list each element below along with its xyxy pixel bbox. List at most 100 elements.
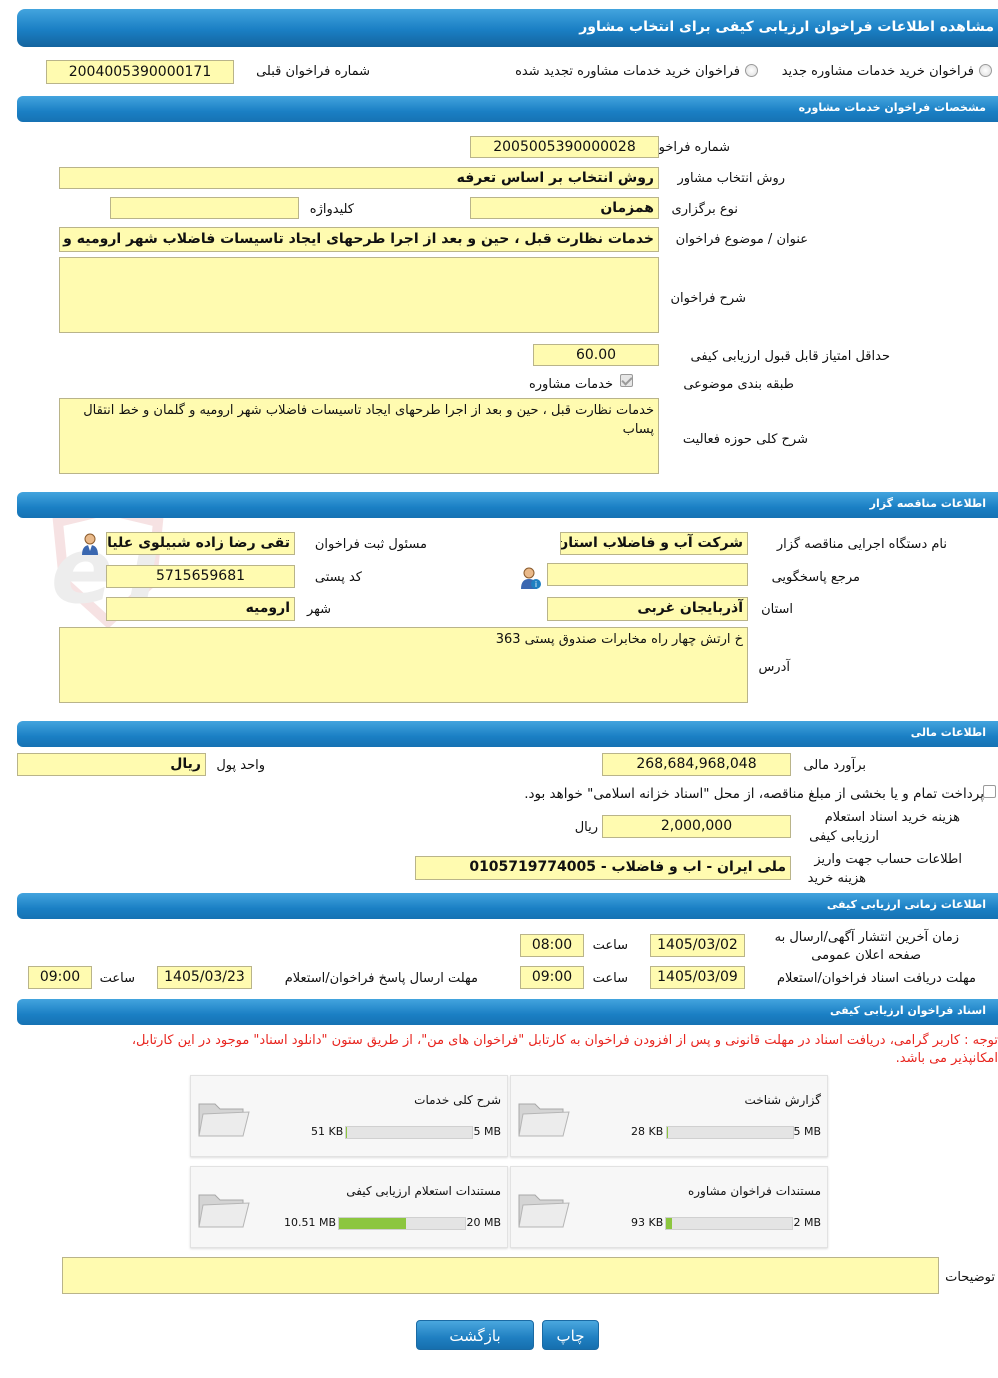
type-label: نوع برگزاری bbox=[671, 202, 738, 217]
doc-card[interactable]: شرح کلی خدمات 5 MB 51 KB bbox=[190, 1075, 508, 1157]
doc-progress-track bbox=[338, 1217, 466, 1230]
doc-name: گزارش شناخت bbox=[744, 1093, 821, 1107]
doc-card[interactable]: گزارش شناخت 5 MB 28 KB bbox=[510, 1075, 828, 1157]
category-label: طبقه بندی موضوعی bbox=[683, 377, 794, 392]
svg-text:i: i bbox=[535, 580, 537, 589]
send-time-label: ساعت bbox=[99, 971, 135, 986]
subject-label: عنوان / موضوع فراخوان bbox=[675, 232, 808, 247]
account-label-1: اطلاعات حساب جهت واریز bbox=[814, 852, 962, 867]
min-score-field: 60.00 bbox=[533, 344, 659, 366]
publish-time-label: ساعت bbox=[592, 938, 628, 953]
section-header-organizer: اطلاعات مناقصه گزار bbox=[17, 492, 998, 518]
page-title: مشاهده اطلاعات فراخوان ارزیابی کیفی برای… bbox=[579, 19, 994, 35]
section-header-timing: اطلاعات زمانی ارزیابی کیفی bbox=[17, 893, 998, 919]
account-field: ملی ایران - اب و فاضلاب - 0105719774005 bbox=[415, 856, 791, 880]
section-title: مشخصات فراخوان خدمات مشاوره bbox=[798, 101, 986, 114]
type-field: همزمان bbox=[470, 197, 659, 219]
doc-progress-track bbox=[665, 1217, 793, 1230]
description-label: شرح فراخوان bbox=[670, 291, 747, 306]
doc-max-size: 5 MB bbox=[473, 1125, 501, 1138]
fee-label-2: ارزیابی کیفی bbox=[809, 829, 879, 844]
doc-card[interactable]: مستندات فراخوان مشاوره 2 MB 93 KB bbox=[510, 1166, 828, 1248]
notice-line-2: امکانپذیر می باشد. bbox=[895, 1051, 998, 1066]
treasury-text: پرداخت تمام و یا بخشی از مبلغ مناقصه، از… bbox=[524, 786, 984, 802]
reference-field bbox=[547, 563, 748, 586]
notes-field bbox=[62, 1257, 939, 1294]
doc-card[interactable]: مستندات استعلام ارزیابی کیفی 20 MB 10.51… bbox=[190, 1166, 508, 1248]
receive-time-field: 09:00 bbox=[520, 966, 584, 989]
currency-label: واحد پول bbox=[216, 758, 265, 773]
address-label: آدرس bbox=[758, 660, 790, 675]
publish-label-2: صفحه اعلان عمومی bbox=[811, 948, 921, 963]
radio-renewed-label: فراخوان خرید خدمات مشاوره تجدید شده bbox=[515, 64, 740, 79]
estimate-label: برآورد مالی bbox=[803, 758, 866, 773]
section-header-documents: اسناد فراخوان ارزیابی کیفی bbox=[17, 999, 998, 1025]
radio-new-label: فراخوان خرید خدمات مشاوره جدید bbox=[781, 64, 974, 79]
org-name-label: نام دستگاه اجرایی مناقصه گزار bbox=[776, 537, 947, 552]
doc-max-size: 20 MB bbox=[466, 1216, 501, 1229]
doc-name: شرح کلی خدمات bbox=[414, 1093, 501, 1107]
subject-field: خدمات نظارت قبل ، حین و بعد از اجرا طرحه… bbox=[59, 227, 659, 252]
category-checkbox bbox=[620, 374, 633, 387]
method-label: روش انتخاب مشاور bbox=[677, 171, 785, 186]
min-score-label: حداقل امتیاز قابل قبول ارزیابی کیفی bbox=[690, 349, 890, 364]
keyword-label: کلیدواژه bbox=[309, 202, 354, 217]
publish-time-field: 08:00 bbox=[520, 934, 584, 957]
postal-field: 5715659681 bbox=[106, 565, 295, 588]
receive-date-field: 1405/03/09 bbox=[650, 966, 745, 989]
section-title: اطلاعات زمانی ارزیابی کیفی bbox=[826, 898, 986, 911]
folder-icon bbox=[518, 1194, 570, 1228]
doc-progress-track bbox=[345, 1126, 473, 1139]
tender-number-field: 2005005390000028 bbox=[470, 136, 659, 158]
prev-number-label: شماره فراخوان قبلی bbox=[256, 64, 370, 79]
send-time-field: 09:00 bbox=[28, 966, 92, 989]
scope-label: شرح کلی حوزه فعالیت bbox=[682, 432, 808, 447]
doc-size: 28 KB bbox=[631, 1125, 664, 1138]
estimate-field: 268,684,968,048 bbox=[602, 753, 791, 776]
publish-date-field: 1405/03/02 bbox=[650, 934, 745, 957]
responsible-field: تقی رضا زاده شبیلوی علیا bbox=[106, 532, 295, 555]
fee-unit: ریال bbox=[574, 820, 598, 835]
receive-time-label: ساعت bbox=[592, 971, 628, 986]
section-header-tender-spec: مشخصات فراخوان خدمات مشاوره bbox=[17, 96, 998, 122]
fee-label-1: هزینه خرید اسناد استعلام bbox=[824, 810, 960, 825]
doc-size: 51 KB bbox=[311, 1125, 344, 1138]
city-field: ارومیه bbox=[106, 597, 295, 621]
notice-line-1: توجه : کاربر گرامی، دریافت اسناد در مهلت… bbox=[131, 1033, 998, 1048]
scope-field: خدمات نظارت قبل ، حین و بعد از اجرا طرحه… bbox=[59, 398, 659, 474]
user-icon[interactable] bbox=[79, 532, 101, 556]
keyword-field bbox=[110, 197, 299, 219]
reference-label: مرجع پاسخگویی bbox=[771, 570, 860, 585]
notes-label: توضیحات bbox=[945, 1270, 995, 1285]
doc-name: مستندات فراخوان مشاوره bbox=[687, 1184, 821, 1198]
category-check-label: خدمات مشاوره bbox=[528, 377, 613, 392]
radio-renewed-tender[interactable] bbox=[745, 64, 758, 77]
folder-icon bbox=[198, 1194, 250, 1228]
send-label: مهلت ارسال پاسخ فراخوان/استعلام bbox=[284, 971, 478, 986]
folder-icon bbox=[198, 1103, 250, 1137]
doc-name: مستندات استعلام ارزیابی کیفی bbox=[346, 1184, 501, 1198]
responsible-label: مسئول ثبت فراخوان bbox=[314, 537, 427, 552]
user-info-icon[interactable]: i bbox=[519, 566, 541, 590]
doc-progress-fill bbox=[666, 1218, 672, 1229]
fee-field: 2,000,000 bbox=[602, 815, 791, 838]
section-header-financial: اطلاعات مالی bbox=[17, 721, 998, 747]
city-label: شهر bbox=[306, 602, 331, 617]
print-button[interactable]: چاپ bbox=[542, 1320, 599, 1350]
send-date-field: 1405/03/23 bbox=[157, 966, 252, 989]
section-title: اطلاعات مناقصه گزار bbox=[869, 497, 986, 510]
doc-progress-track bbox=[666, 1126, 794, 1139]
prev-number-field: 2004005390000171 bbox=[46, 60, 234, 84]
address-field: خ ارتش چهار راه مخابرات صندوق پستی 363 bbox=[59, 627, 748, 703]
back-button[interactable]: بازگشت bbox=[416, 1320, 534, 1350]
currency-field: ریال bbox=[17, 753, 206, 776]
doc-size: 93 KB bbox=[631, 1216, 664, 1229]
doc-progress-fill bbox=[667, 1127, 669, 1138]
method-field: روش انتخاب بر اساس تعرفه bbox=[59, 167, 659, 189]
doc-progress-fill bbox=[346, 1127, 348, 1138]
radio-new-tender[interactable] bbox=[979, 64, 992, 77]
doc-max-size: 2 MB bbox=[793, 1216, 821, 1229]
postal-label: کد پستی bbox=[314, 570, 362, 585]
treasury-checkbox bbox=[983, 785, 996, 798]
doc-progress-fill bbox=[339, 1218, 406, 1229]
